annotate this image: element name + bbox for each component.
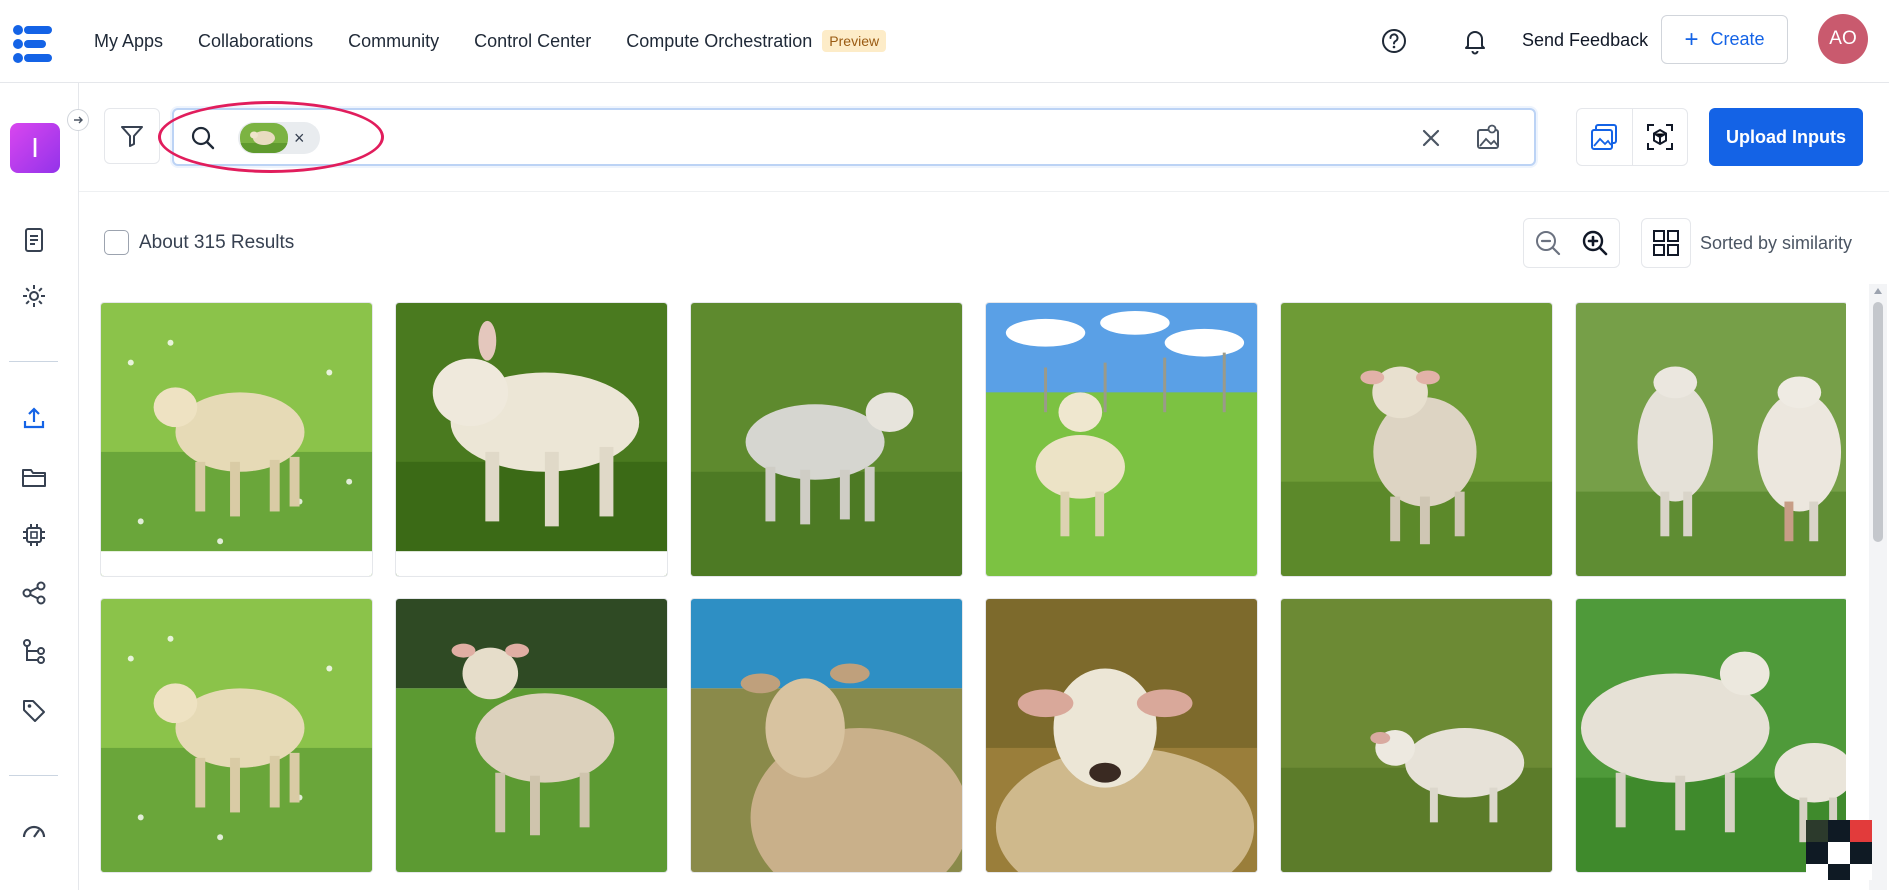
result-image-5[interactable]: [1280, 302, 1553, 577]
create-button[interactable]: + Create: [1661, 15, 1788, 64]
two-lambs-from-behind: [1576, 303, 1846, 576]
lamb-in-grass-distance: [1281, 599, 1552, 872]
result-image-9[interactable]: [690, 598, 963, 873]
zoom-in-icon: [1583, 230, 1608, 256]
result-image-7[interactable]: [100, 598, 373, 873]
scan-cube-icon: [1646, 124, 1673, 150]
sheep-portrait-sky: [691, 599, 962, 872]
document-icon[interactable]: [19, 225, 49, 255]
search-input[interactable]: [334, 118, 1334, 156]
nav-control-center[interactable]: Control Center: [474, 31, 591, 52]
nav-my-apps[interactable]: My Apps: [94, 31, 163, 52]
search-icon: [191, 126, 215, 150]
arrow-right-icon: [74, 116, 83, 124]
clarifai-logo[interactable]: [10, 18, 58, 66]
filter-icon: [121, 126, 143, 147]
lamb-in-clover-meadow: [101, 599, 372, 872]
nav-collaborations[interactable]: Collaborations: [198, 31, 313, 52]
results-count: About 315 Results: [139, 232, 295, 253]
expand-sidebar-button[interactable]: [67, 109, 89, 131]
preview-badge: Preview: [822, 30, 887, 52]
sheep-face-closeup: [986, 599, 1257, 872]
help-icon[interactable]: [1380, 27, 1408, 55]
zoom-controls: [1523, 218, 1620, 268]
lamb-in-tall-grass: [691, 303, 962, 576]
scrollbar-thumb[interactable]: [1873, 302, 1883, 542]
remove-chip-icon[interactable]: ×: [294, 128, 305, 149]
sidebar-divider: [9, 775, 58, 776]
tag-icon[interactable]: [19, 695, 49, 725]
result-image-8[interactable]: [395, 598, 668, 873]
zoom-out-button[interactable]: [1524, 219, 1572, 267]
search-bar[interactable]: ×: [172, 108, 1536, 166]
app-tile[interactable]: I: [10, 123, 60, 173]
bell-icon[interactable]: [1462, 27, 1488, 55]
image-search-icon[interactable]: [1474, 124, 1502, 152]
result-image-11[interactable]: [1280, 598, 1553, 873]
upload-inputs-button[interactable]: Upload Inputs: [1709, 108, 1863, 166]
grid-view-button[interactable]: [1641, 218, 1691, 268]
zoom-in-button[interactable]: [1572, 219, 1620, 267]
view-tools: [1576, 108, 1688, 166]
dashboard-icon[interactable]: [19, 815, 49, 845]
lamb-on-green-backdrop: [396, 303, 667, 576]
results-scrollbar[interactable]: [1869, 284, 1887, 890]
nav-compute-orchestration-label: Compute Orchestration: [626, 30, 813, 51]
image-query-chip[interactable]: ×: [238, 122, 320, 154]
sort-label[interactable]: Sorted by similarity: [1700, 233, 1852, 254]
select-all-checkbox[interactable]: [104, 230, 129, 255]
result-image-4[interactable]: [985, 302, 1258, 577]
lamb-walking-forward: [1281, 303, 1552, 576]
lamb-in-clover-meadow: [101, 303, 372, 576]
result-image-10[interactable]: [985, 598, 1258, 873]
image-mode-button[interactable]: [1577, 109, 1632, 165]
query-image-thumbnail: [240, 123, 288, 153]
clear-search-icon[interactable]: [1418, 125, 1444, 151]
gallery-icon: [1591, 124, 1618, 150]
plus-icon: +: [1684, 25, 1699, 53]
results-grid: [100, 302, 1846, 890]
help-widget-icon[interactable]: [1806, 820, 1872, 880]
nav-community[interactable]: Community: [348, 31, 439, 52]
result-image-2[interactable]: [395, 302, 668, 577]
lamb-in-grass-trees: [396, 599, 667, 872]
filter-button[interactable]: [104, 108, 160, 164]
result-image-6[interactable]: [1575, 302, 1846, 577]
folder-icon[interactable]: [19, 462, 49, 492]
zoom-out-icon: [1535, 231, 1560, 256]
left-sidebar: I: [0, 83, 89, 890]
create-label: Create: [1710, 29, 1765, 49]
gear-icon[interactable]: [19, 281, 49, 311]
section-divider: [79, 191, 1889, 192]
result-image-1[interactable]: [100, 302, 373, 577]
sidebar-divider: [9, 361, 58, 362]
lamb-blue-sky-fence: [986, 303, 1257, 576]
scroll-up-arrow-icon[interactable]: [1874, 288, 1882, 294]
result-image-3[interactable]: [690, 302, 963, 577]
send-feedback-link[interactable]: Send Feedback: [1522, 30, 1648, 51]
nav-compute-orchestration[interactable]: Compute Orchestration Preview: [626, 30, 887, 52]
upload-icon[interactable]: [19, 403, 49, 433]
top-navigation: My Apps Collaborations Community Control…: [0, 0, 1889, 83]
chip-icon[interactable]: [19, 520, 49, 550]
workflow-icon[interactable]: [19, 636, 49, 666]
share-icon[interactable]: [19, 578, 49, 608]
user-avatar[interactable]: AO: [1818, 14, 1868, 64]
grid-icon: [1653, 230, 1679, 256]
object-detect-button[interactable]: [1631, 109, 1687, 165]
